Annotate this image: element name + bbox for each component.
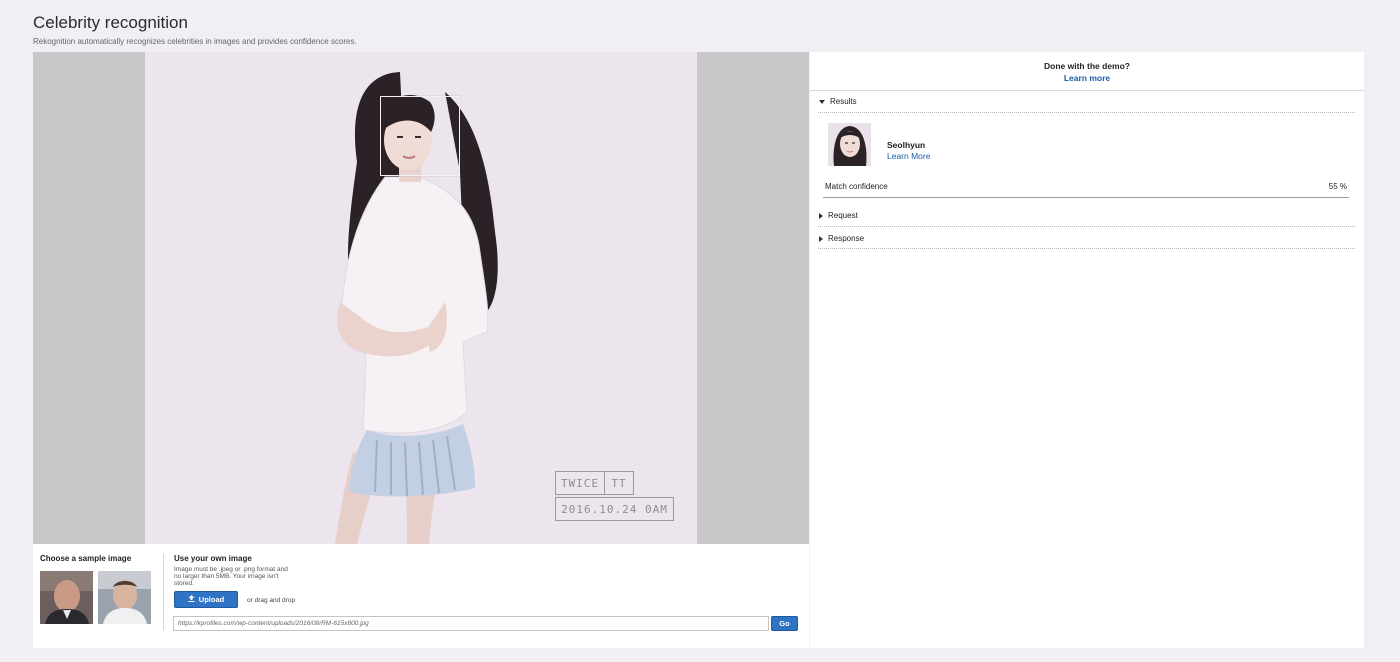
sample-image-label: Choose a sample image (40, 554, 132, 563)
match-confidence-label: Match confidence (825, 182, 888, 191)
results-label: Results (830, 97, 857, 106)
response-toggle[interactable]: Response (819, 234, 864, 243)
face-bounding-box (380, 96, 460, 176)
response-divider (818, 248, 1355, 249)
upload-button-label: Upload (198, 595, 225, 604)
confidence-divider (823, 197, 1349, 198)
request-label: Request (828, 211, 858, 220)
results-panel: Done with the demo? Learn more Results S… (810, 52, 1364, 648)
celebrity-face-thumbnail (828, 123, 871, 166)
caret-down-icon (819, 99, 825, 104)
caret-right-icon (819, 235, 823, 242)
own-image-label: Use your own image (174, 554, 252, 563)
upload-icon (188, 595, 195, 604)
match-confidence-value: 55 % (1328, 182, 1347, 191)
page-subtitle: Rekognition automatically recognizes cel… (33, 37, 357, 46)
caret-right-icon (819, 212, 823, 219)
done-title: Done with the demo? (1044, 61, 1130, 71)
image-url-input[interactable] (173, 616, 769, 631)
celebrity-learn-more-link[interactable]: Learn More (887, 151, 930, 161)
sample-image-1[interactable] (40, 571, 93, 624)
celebrity-name: Seolhyun (887, 140, 926, 150)
upload-button[interactable]: Upload (174, 591, 238, 608)
controls-divider (163, 554, 164, 630)
watermark-title: TT (604, 471, 634, 495)
image-controls: Choose a sample image Use your own image… (33, 544, 809, 648)
drag-drop-text: or drag and drop (247, 597, 296, 604)
response-label: Response (828, 234, 865, 243)
own-image-help: Image must be .jpeg or .png format and n… (174, 566, 288, 587)
go-button[interactable]: Go (771, 616, 798, 631)
watermark-group: TWICE (555, 471, 605, 495)
request-toggle[interactable]: Request (819, 211, 858, 220)
results-toggle[interactable]: Results (819, 97, 857, 106)
image-stage: TWICE TT 2016.10.24 0AM (33, 52, 809, 544)
request-divider (818, 226, 1355, 227)
results-divider (818, 112, 1355, 113)
header-divider (810, 90, 1364, 91)
page-title: Celebrity recognition (33, 13, 188, 32)
watermark-date: 2016.10.24 0AM (555, 497, 674, 521)
sample-image-2[interactable] (98, 571, 151, 624)
learn-more-link[interactable]: Learn more (810, 73, 1364, 83)
demo-panel: TWICE TT 2016.10.24 0AM Choose a sample … (33, 52, 809, 648)
analyzed-photo: TWICE TT 2016.10.24 0AM (145, 52, 697, 544)
